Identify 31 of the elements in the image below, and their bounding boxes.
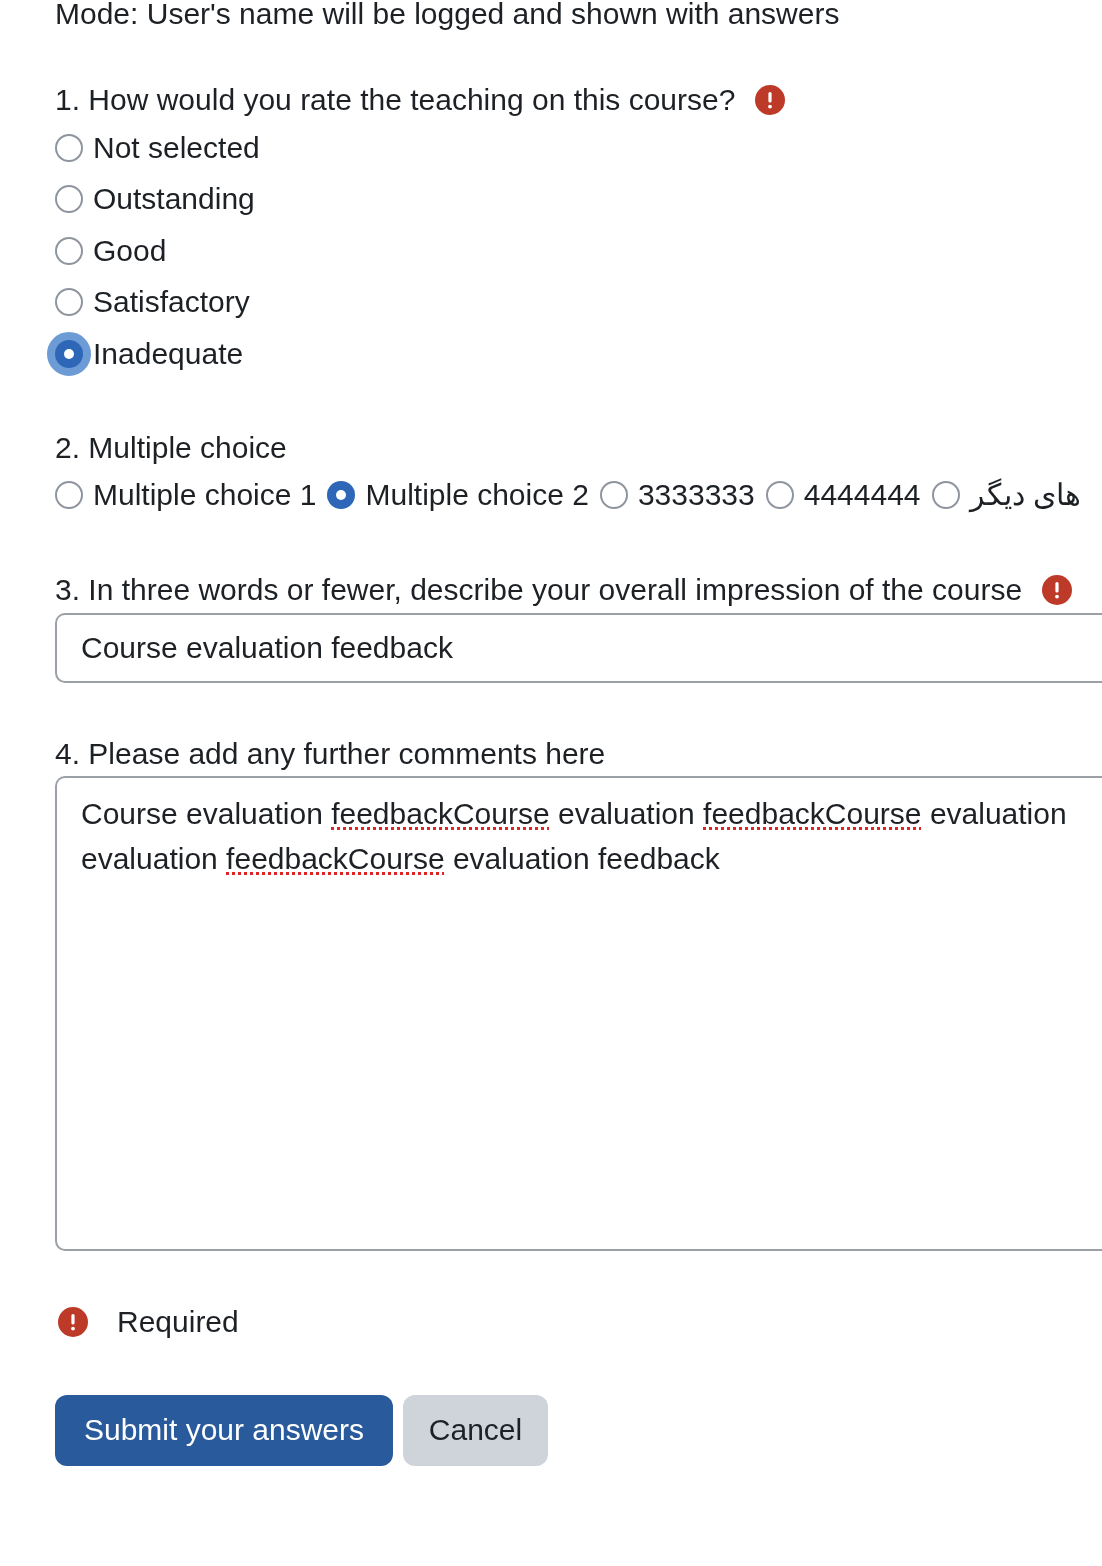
question-label: 1. How would you rate the teaching on this course? [55, 82, 736, 118]
radio-button[interactable] [765, 480, 794, 509]
exclamation-circle-icon [58, 1306, 88, 1337]
option-label[interactable]: 3333333 [637, 476, 755, 513]
option-label[interactable]: 4444444 [803, 476, 921, 513]
radio-button[interactable] [599, 480, 628, 509]
radio-button[interactable] [55, 185, 83, 214]
cancel-button[interactable]: Cancel [403, 1394, 548, 1466]
option-label[interactable]: Not selected [93, 129, 260, 166]
option-label[interactable]: های دیگر [969, 476, 1081, 513]
radio-button[interactable] [55, 480, 83, 509]
required-legend: Required [117, 1303, 239, 1340]
option-label[interactable]: Outstanding [93, 181, 255, 218]
option-label[interactable]: Multiple choice 1 [93, 476, 317, 513]
option-label[interactable]: Inadequate [93, 335, 244, 372]
radio-button[interactable] [55, 288, 83, 317]
radio-button[interactable] [47, 331, 91, 376]
text-input-field[interactable]: Course evaluation feedback [55, 612, 1102, 683]
option-label[interactable]: Good [93, 232, 167, 269]
question-label: 3. In three words or fewer, describe your overall impression of the course [55, 571, 1023, 608]
radio-button[interactable] [931, 480, 960, 509]
question-label: 4. Please add any further comments here [55, 735, 606, 772]
radio-button[interactable] [55, 236, 83, 265]
mode-notice: Mode: User's name will be logged and shown with answers [55, 0, 841, 28]
comments-textarea[interactable]: Course evaluation feedbackCourse evaluation feedbackCourse evaluation evaluation feedbackCourse evaluation feedback [55, 775, 1102, 1251]
radio-button[interactable] [327, 480, 356, 509]
option-label[interactable]: Multiple choice 2 [365, 476, 589, 513]
radio-button[interactable] [55, 133, 83, 162]
option-label[interactable]: Satisfactory [93, 284, 250, 321]
question-label: 2. Multiple choice [55, 429, 287, 466]
submit-button[interactable]: Submit your answers [55, 1394, 393, 1466]
